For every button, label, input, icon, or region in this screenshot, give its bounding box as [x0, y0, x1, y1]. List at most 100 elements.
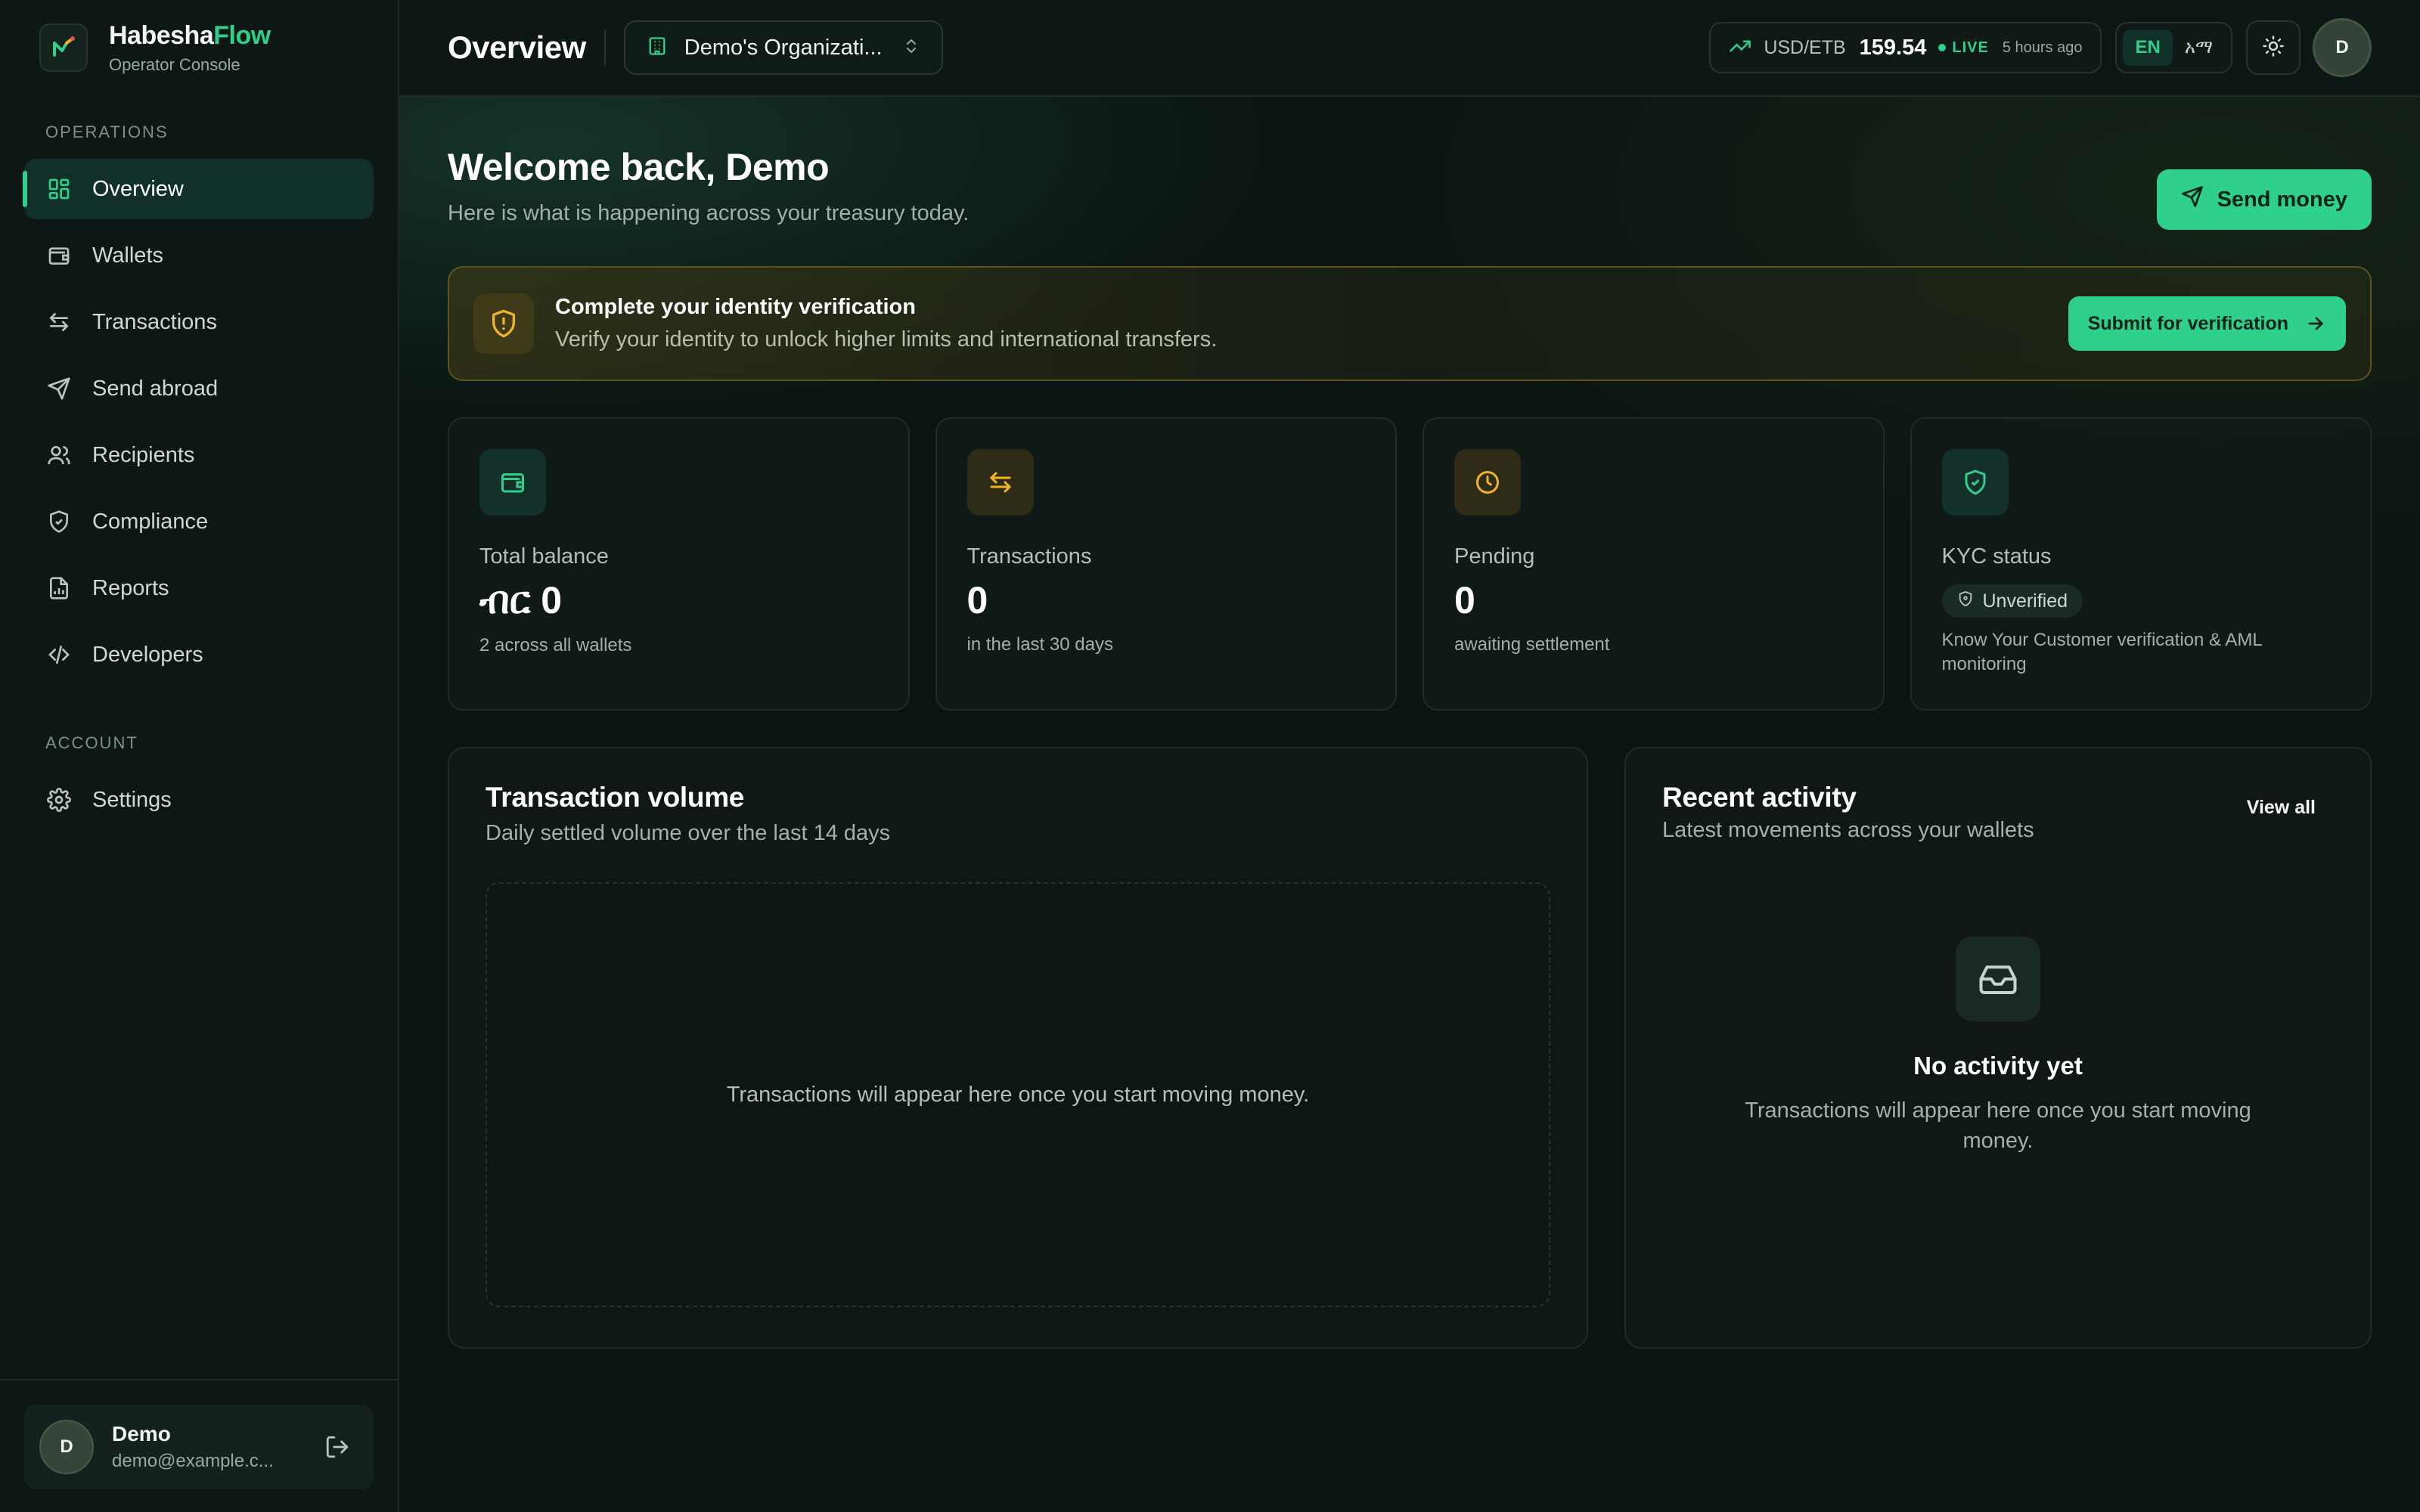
verification-title: Complete your identity verification — [555, 295, 916, 319]
brand-logo-icon — [39, 23, 88, 72]
main: Overview Demo's Organizati... USD/ETB 15… — [399, 0, 2420, 1512]
panel-subtitle: Daily settled volume over the last 14 da… — [486, 821, 891, 845]
avatar[interactable]: D — [2313, 18, 2372, 77]
fx-updated: 5 hours ago — [2002, 39, 2083, 56]
stat-label: Transactions — [966, 544, 1092, 569]
verification-description: Verify your identity to unlock higher li… — [555, 327, 1218, 352]
gear-icon — [45, 786, 73, 813]
empty-description: Transactions will appear here once you s… — [1745, 1098, 2251, 1153]
activity-empty-state: No activity yet Transactions will appear… — [1662, 937, 2334, 1156]
org-name: Demo's Organizati... — [684, 35, 883, 60]
stat-sub: Know Your Customer verification & AML mo… — [1941, 630, 2262, 674]
verification-banner: Complete your identity verification Veri… — [448, 266, 2372, 381]
status-badge: Unverified — [1941, 584, 2083, 618]
stat-label: Total balance — [479, 544, 609, 569]
stat-card-transactions[interactable]: Transactions 0 in the last 30 days — [935, 417, 1397, 711]
brand-name: HabeshaFlow — [109, 20, 271, 50]
empty-title: No activity yet — [1913, 1052, 2083, 1080]
building-icon — [647, 36, 668, 60]
user-card[interactable]: D Demo demo@example.c... — [24, 1405, 374, 1489]
sun-icon — [2262, 35, 2285, 61]
lang-am-button[interactable]: አማ — [2173, 29, 2225, 66]
sidebar-item-transactions[interactable]: Transactions — [24, 292, 374, 352]
report-icon — [45, 575, 73, 602]
send-money-button[interactable]: Send money — [2156, 169, 2372, 230]
language-toggle: EN አማ — [2115, 22, 2232, 73]
wallet-icon — [45, 242, 73, 269]
stat-card-kyc-status[interactable]: KYC status Unverified Know Your Customer… — [1910, 417, 2372, 711]
inbox-icon — [1956, 937, 2040, 1021]
shield-check-icon — [45, 508, 73, 535]
section-label-account: ACCOUNT — [45, 733, 138, 752]
sidebar-item-recipients[interactable]: Recipients — [24, 425, 374, 485]
stat-value: 0 — [966, 579, 988, 621]
shield-icon — [1957, 590, 1974, 612]
sidebar-item-compliance[interactable]: Compliance — [24, 491, 374, 552]
content: Welcome back, Demo Here is what is happe… — [399, 97, 2420, 1512]
stat-sub: in the last 30 days — [966, 634, 1113, 655]
live-label: LIVE — [1952, 39, 1989, 56]
send-money-label: Send money — [2217, 187, 2347, 212]
arrows-swap-icon — [966, 449, 1034, 516]
shield-check-icon — [1941, 449, 2009, 516]
status-badge-label: Unverified — [1982, 590, 2068, 612]
sidebar-item-label: Reports — [92, 575, 169, 600]
fx-pair: USD/ETB — [1764, 36, 1846, 58]
topbar: Overview Demo's Organizati... USD/ETB 15… — [399, 0, 2420, 97]
logout-icon[interactable] — [316, 1426, 358, 1468]
send-icon — [2181, 185, 2204, 214]
stats-row: Total balance ብር 0 2 across all wallets … — [448, 417, 2372, 711]
user-name: Demo — [112, 1422, 171, 1445]
sidebar-item-wallets[interactable]: Wallets — [24, 225, 374, 286]
theme-toggle-button[interactable] — [2246, 20, 2301, 75]
submit-verification-button[interactable]: Submit for verification — [2068, 296, 2346, 351]
users-icon — [45, 442, 73, 469]
clock-icon — [1454, 449, 1521, 516]
sidebar-item-label: Wallets — [92, 243, 163, 268]
sidebar-item-developers[interactable]: Developers — [24, 624, 374, 685]
stat-card-pending[interactable]: Pending 0 awaiting settlement — [1423, 417, 1885, 711]
recent-activity-panel: Recent activity Latest movements across … — [1624, 747, 2372, 1349]
stat-card-total-balance[interactable]: Total balance ብር 0 2 across all wallets — [448, 417, 910, 711]
org-selector[interactable]: Demo's Organizati... — [623, 20, 943, 75]
sidebar-item-overview[interactable]: Overview — [23, 159, 374, 219]
sidebar-item-send-abroad[interactable]: Send abroad — [24, 358, 374, 419]
avatar: D — [39, 1420, 94, 1474]
chevron-updown-icon — [902, 37, 920, 59]
shield-alert-icon — [473, 293, 534, 354]
lang-en-button[interactable]: EN — [2123, 29, 2173, 66]
stat-sub: awaiting settlement — [1454, 634, 1610, 655]
stat-label: Pending — [1454, 544, 1535, 569]
welcome-subtitle: Here is what is happening across your tr… — [448, 201, 970, 225]
divider — [603, 29, 606, 66]
sidebar-item-label: Compliance — [92, 509, 209, 534]
sidebar-item-reports[interactable]: Reports — [24, 558, 374, 618]
fx-rate: 159.54 — [1859, 35, 1927, 60]
grid-icon — [45, 175, 73, 203]
wallet-icon — [479, 449, 546, 516]
chart-empty-state: Transactions will appear here once you s… — [486, 882, 1550, 1307]
brand[interactable]: HabeshaFlow Operator Console — [0, 0, 398, 95]
section-label-operations: OPERATIONS — [45, 122, 169, 141]
arrow-right-icon — [2305, 313, 2326, 334]
stat-value: ብር 0 — [479, 579, 563, 621]
page-title: Overview — [448, 29, 586, 65]
fx-rate-indicator[interactable]: USD/ETB 159.54 LIVE 5 hours ago — [1709, 22, 2102, 73]
sidebar-footer: D Demo demo@example.c... — [0, 1379, 398, 1512]
sidebar-item-label: Settings — [92, 787, 172, 812]
transaction-volume-panel: Transaction volume Daily settled volume … — [448, 747, 1588, 1349]
stat-sub: 2 across all wallets — [479, 635, 632, 655]
sidebar: HabeshaFlow Operator Console OPERATIONS … — [0, 0, 399, 1512]
stat-label: KYC status — [1941, 544, 2052, 569]
sidebar-item-settings[interactable]: Settings — [24, 770, 374, 830]
view-all-link[interactable]: View all — [2229, 782, 2334, 834]
panel-title: Recent activity — [1662, 782, 1857, 813]
panel-subtitle: Latest movements across your wallets — [1662, 818, 2034, 842]
live-dot — [1938, 44, 1947, 51]
code-icon — [45, 641, 73, 668]
stat-value: 0 — [1454, 579, 1475, 621]
sidebar-item-label: Recipients — [92, 442, 195, 467]
welcome-title: Welcome back, Demo — [448, 146, 830, 188]
panel-title: Transaction volume — [486, 782, 745, 813]
trending-up-icon — [1729, 35, 1751, 61]
